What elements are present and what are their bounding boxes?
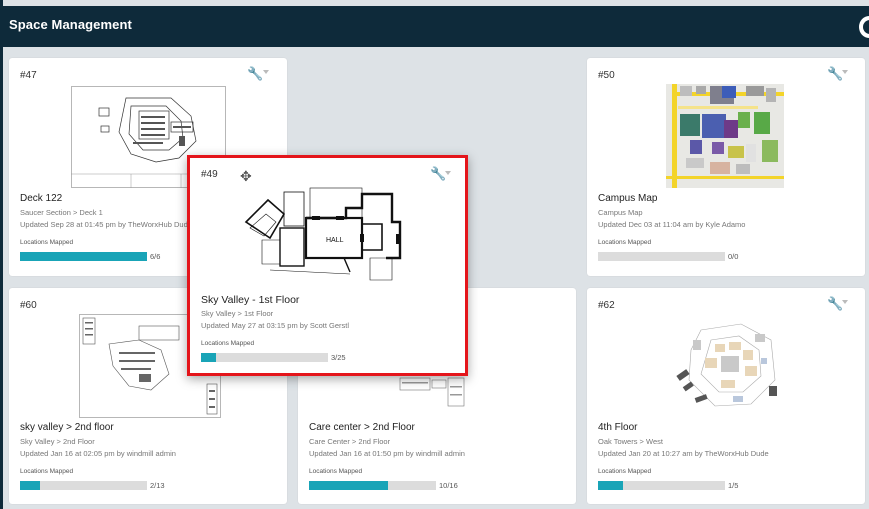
floorplan-thumbnail[interactable]: HALL — [240, 184, 410, 288]
card-id: #47 — [20, 70, 37, 81]
card-path: Sky Valley > 2nd Floor — [20, 437, 95, 446]
card-title[interactable]: 4th Floor — [598, 422, 637, 433]
caret-down-icon[interactable] — [842, 300, 848, 304]
card-id: #50 — [598, 70, 615, 81]
progress-fill — [201, 353, 217, 362]
card-path: Sky Valley > 1st Floor — [201, 309, 274, 318]
caret-down-icon[interactable] — [842, 70, 848, 74]
card-id: #60 — [20, 300, 37, 311]
card-title[interactable]: Campus Map — [598, 193, 657, 204]
card-id: #49 — [201, 169, 218, 180]
progress-fill — [309, 481, 389, 490]
wrench-icon[interactable]: 🔧 — [827, 296, 843, 312]
card-title[interactable]: Care center > 2nd Floor — [309, 422, 415, 433]
card-title[interactable]: Deck 122 — [20, 193, 62, 204]
space-card-62[interactable]: #62 🔧 4th Floor Oak Towers > West Update… — [587, 288, 865, 504]
progress-bar — [20, 481, 147, 490]
card-updated: Updated Sep 28 at 01:45 pm by TheWorxHub… — [20, 220, 192, 229]
app-header: Space Management — [3, 6, 869, 47]
mapped-count: 0/0 — [728, 252, 739, 261]
wrench-icon[interactable]: 🔧 — [827, 66, 843, 82]
mapped-count: 3/25 — [331, 353, 346, 362]
campus-map-thumbnail[interactable] — [666, 84, 784, 188]
card-title[interactable]: Sky Valley - 1st Floor — [201, 294, 299, 306]
card-title[interactable]: sky valley > 2nd floor — [20, 422, 114, 433]
move-icon[interactable]: ✥ — [240, 168, 252, 185]
locations-mapped-label: Locations Mapped — [20, 468, 74, 475]
space-card-49-dragging[interactable]: #49 ✥ 🔧 HALL Sky Valley - 1st Floor Sky … — [187, 155, 468, 376]
card-updated: Updated Jan 16 at 02:05 pm by windmill a… — [20, 449, 176, 458]
wrench-icon[interactable]: 🔧 — [430, 166, 446, 182]
progress-bar — [20, 252, 147, 261]
progress-bar — [598, 481, 725, 490]
floorplan-thumbnail[interactable] — [671, 310, 785, 420]
mapped-count: 6/6 — [150, 252, 161, 261]
progress-fill — [598, 481, 624, 490]
mapped-count: 1/5 — [728, 481, 739, 490]
card-path: Oak Towers > West — [598, 437, 663, 446]
progress-bar — [598, 252, 725, 261]
locations-mapped-label: Locations Mapped — [309, 468, 363, 475]
floorplan-thumbnail[interactable] — [398, 376, 468, 408]
user-avatar[interactable] — [859, 16, 869, 38]
mapped-count: 10/16 — [439, 481, 458, 490]
card-updated: Updated May 27 at 03:15 pm by Scott Gers… — [201, 321, 349, 330]
progress-fill — [20, 481, 40, 490]
card-path: Care Center > 2nd Floor — [309, 437, 391, 446]
card-path: Saucer Section > Deck 1 — [20, 208, 103, 217]
caret-down-icon[interactable] — [445, 171, 451, 175]
card-updated: Updated Jan 16 at 01:50 pm by windmill a… — [309, 449, 465, 458]
left-strip — [0, 0, 3, 509]
locations-mapped-label: Locations Mapped — [598, 239, 652, 246]
plan-hall-label: HALL — [326, 237, 344, 244]
space-card-50[interactable]: #50 🔧 Campus Map Campus Map Updated Dec … — [587, 58, 865, 276]
progress-bar — [201, 353, 328, 362]
mapped-count: 2/13 — [150, 481, 165, 490]
page-title: Space Management — [9, 17, 132, 32]
card-updated: Updated Jan 20 at 10:27 am by TheWorxHub… — [598, 449, 769, 458]
locations-mapped-label: Locations Mapped — [201, 340, 255, 347]
wrench-icon[interactable]: 🔧 — [247, 66, 263, 82]
locations-mapped-label: Locations Mapped — [598, 468, 652, 475]
progress-bar — [309, 481, 436, 490]
card-updated: Updated Dec 03 at 11:04 am by Kyle Adamo — [598, 220, 746, 229]
card-id: #62 — [598, 300, 615, 311]
caret-down-icon[interactable] — [263, 70, 269, 74]
progress-fill — [20, 252, 147, 261]
card-path: Campus Map — [598, 208, 643, 217]
locations-mapped-label: Locations Mapped — [20, 239, 74, 246]
